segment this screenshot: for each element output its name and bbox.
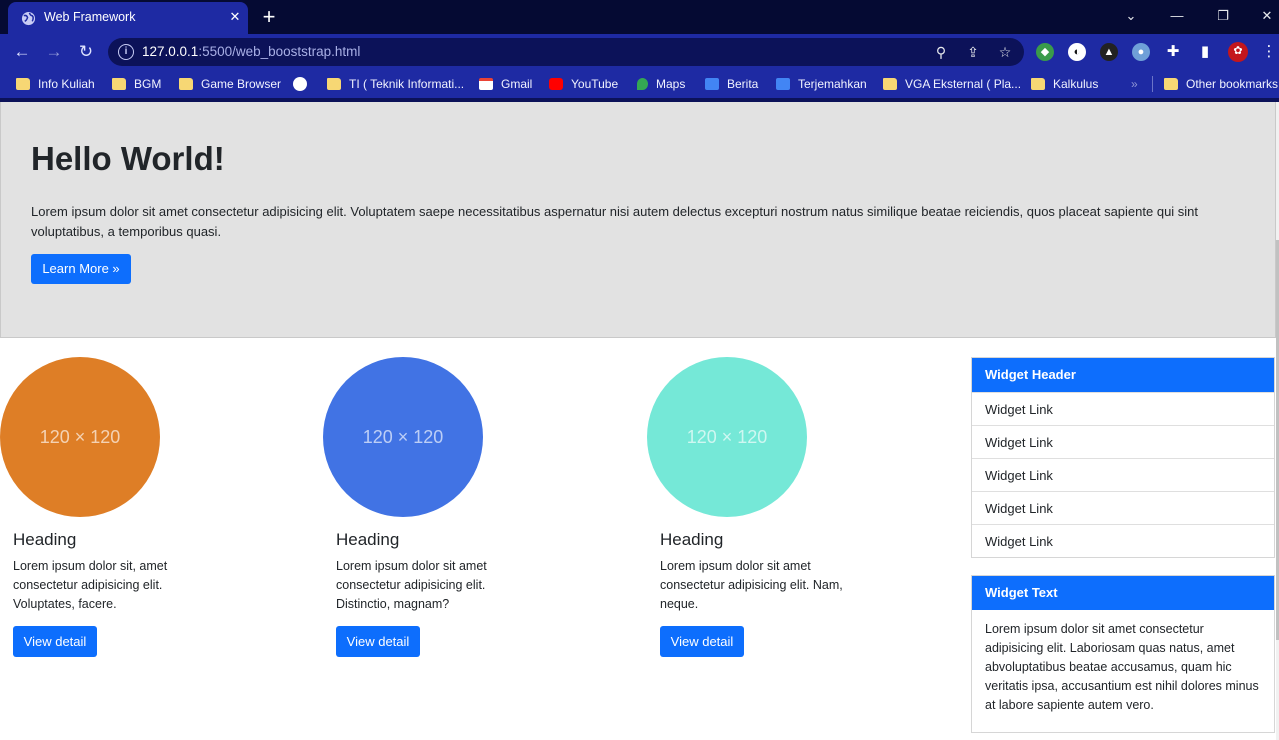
card: 120 × 120 Heading Lorem ipsum dolor sit,… bbox=[0, 357, 260, 667]
view-detail-button[interactable]: View detail bbox=[660, 626, 744, 657]
close-window-icon[interactable]: ✕ bbox=[1256, 5, 1278, 27]
maps-icon bbox=[637, 78, 648, 90]
url-text[interactable]: 127.0.0.1:5500/web_booststrap.html bbox=[142, 44, 360, 59]
jumbotron: Hello World! Lorem ipsum dolor sit amet … bbox=[0, 102, 1276, 338]
bookmark-game-browser[interactable]: Game Browser bbox=[179, 75, 281, 93]
close-tab-icon[interactable]: ✕ bbox=[226, 8, 244, 26]
jumbotron-text: Lorem ipsum dolor sit amet consectetur a… bbox=[31, 204, 1199, 239]
placeholder-image: 120 × 120 bbox=[647, 357, 807, 517]
bookmarks-bar: Info Kuliah BGM Game Browser TI ( Teknik… bbox=[0, 70, 1279, 98]
globe-icon bbox=[21, 11, 36, 26]
news-icon bbox=[705, 78, 719, 90]
forward-icon[interactable]: → bbox=[42, 40, 66, 64]
new-tab-icon[interactable]: + bbox=[258, 6, 280, 28]
address-bar[interactable]: i 127.0.0.1:5500/web_booststrap.html ⚲ ⇪… bbox=[108, 38, 1024, 66]
gmail-icon bbox=[479, 78, 493, 90]
bookmark-kalkulus[interactable]: Kalkulus bbox=[1031, 75, 1098, 93]
card-text: Lorem ipsum dolor sit amet consectetur a… bbox=[660, 559, 843, 611]
folder-icon bbox=[1031, 78, 1045, 90]
bookmark-berita[interactable]: Berita bbox=[705, 75, 758, 93]
bookmark-star-icon[interactable]: ☆ bbox=[996, 43, 1014, 61]
restore-icon[interactable]: ❐ bbox=[1212, 5, 1234, 27]
side-panel-icon[interactable]: ▮ bbox=[1196, 43, 1214, 61]
bookmark-youtube[interactable]: YouTube bbox=[549, 75, 618, 93]
menu-kebab-icon[interactable]: ⋮ bbox=[1260, 43, 1278, 61]
folder-icon bbox=[1164, 78, 1178, 90]
share-icon[interactable]: ⇪ bbox=[964, 43, 982, 61]
placeholder-label: 120 × 120 bbox=[686, 427, 768, 447]
placeholder-label: 120 × 120 bbox=[39, 427, 121, 447]
placeholder-label: 120 × 120 bbox=[362, 427, 444, 447]
avatar[interactable]: ✿ bbox=[1228, 42, 1248, 62]
widget-link[interactable]: Widget Link bbox=[972, 392, 1274, 425]
browser-tab[interactable]: Web Framework ✕ bbox=[8, 2, 248, 34]
globe-icon bbox=[293, 77, 307, 91]
widget-link[interactable]: Widget Link bbox=[972, 524, 1274, 557]
folder-icon bbox=[327, 78, 341, 90]
widget-link[interactable]: Widget Link bbox=[972, 458, 1274, 491]
view-detail-button[interactable]: View detail bbox=[336, 626, 420, 657]
card-text: Lorem ipsum dolor sit amet consectetur a… bbox=[336, 559, 487, 611]
bookmarks-separator bbox=[1152, 76, 1153, 92]
extensions-puzzle-icon[interactable]: ✚ bbox=[1164, 43, 1182, 61]
tab-search-chevron-icon[interactable]: ⌄ bbox=[1120, 5, 1142, 27]
minimize-icon[interactable]: — bbox=[1166, 5, 1188, 27]
bookmark-maps[interactable]: Maps bbox=[637, 75, 685, 93]
youtube-icon bbox=[549, 78, 563, 90]
bookmarks-overflow-icon[interactable]: » bbox=[1131, 75, 1138, 93]
folder-icon bbox=[112, 78, 126, 90]
placeholder-image: 120 × 120 bbox=[0, 357, 160, 517]
site-info-icon[interactable]: i bbox=[118, 44, 134, 60]
back-icon[interactable]: ← bbox=[10, 40, 34, 64]
bookmark-terjemahkan[interactable]: Terjemahkan bbox=[776, 75, 867, 93]
placeholder-image: 120 × 120 bbox=[323, 357, 483, 517]
tab-title: Web Framework bbox=[44, 10, 136, 24]
folder-icon bbox=[179, 78, 193, 90]
extension-icon[interactable]: ▲ bbox=[1100, 43, 1118, 61]
tab-strip: Web Framework ✕ + ⌄ — ❐ ✕ bbox=[0, 0, 1279, 34]
card-heading: Heading bbox=[336, 530, 400, 549]
bookmark-bgm[interactable]: BGM bbox=[112, 75, 161, 93]
widget-text: Widget Text Lorem ipsum dolor sit amet c… bbox=[971, 575, 1275, 733]
extension-icon[interactable]: ● bbox=[1132, 43, 1150, 61]
card-heading: Heading bbox=[660, 530, 724, 549]
learn-more-button[interactable]: Learn More » bbox=[31, 254, 131, 284]
browser-toolbar: ← → ↻ i 127.0.0.1:5500/web_booststrap.ht… bbox=[0, 34, 1279, 70]
extension-icon[interactable]: ◆ bbox=[1036, 43, 1054, 61]
card-text: Lorem ipsum dolor sit, amet consectetur … bbox=[13, 559, 168, 611]
view-detail-button[interactable]: View detail bbox=[13, 626, 97, 657]
widget-text-header: Widget Text bbox=[972, 576, 1274, 610]
widget-link[interactable]: Widget Link bbox=[972, 425, 1274, 458]
card: 120 × 120 Heading Lorem ipsum dolor sit … bbox=[323, 357, 583, 667]
folder-icon bbox=[16, 78, 30, 90]
bookmark-info-kuliah[interactable]: Info Kuliah bbox=[16, 75, 95, 93]
zoom-icon[interactable]: ⚲ bbox=[932, 43, 950, 61]
folder-icon bbox=[883, 78, 897, 90]
widget-text-body: Lorem ipsum dolor sit amet consectetur a… bbox=[985, 622, 1259, 712]
reload-icon[interactable]: ↻ bbox=[74, 40, 98, 64]
widget-link[interactable]: Widget Link bbox=[972, 491, 1274, 524]
other-bookmarks[interactable]: Other bookmarks bbox=[1164, 75, 1278, 93]
widget-links: Widget Header Widget Link Widget Link Wi… bbox=[971, 357, 1275, 558]
card: 120 × 120 Heading Lorem ipsum dolor sit … bbox=[647, 357, 907, 667]
widget-header: Widget Header bbox=[972, 358, 1274, 392]
bookmark-vga[interactable]: VGA Eksternal ( Pla... bbox=[883, 75, 1021, 93]
translate-icon bbox=[776, 78, 790, 90]
bookmark-ti[interactable]: TI ( Teknik Informati... bbox=[327, 75, 464, 93]
card-heading: Heading bbox=[13, 530, 77, 549]
bookmark-globe[interactable] bbox=[293, 75, 315, 93]
bookmark-gmail[interactable]: Gmail bbox=[479, 75, 532, 93]
extension-icon[interactable]: ◐ bbox=[1068, 43, 1086, 61]
page-title: Hello World! bbox=[31, 140, 225, 177]
